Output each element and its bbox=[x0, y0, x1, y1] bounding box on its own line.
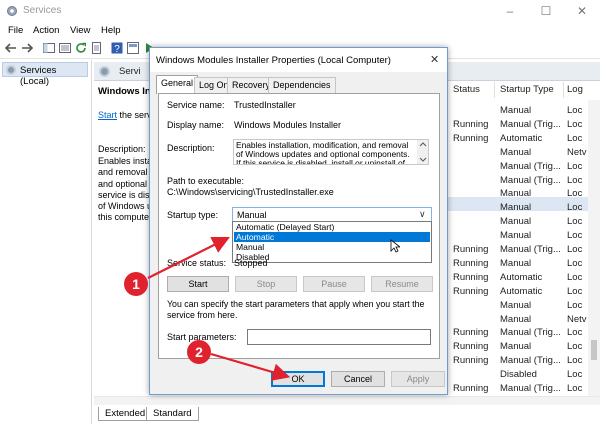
annotation-arrow-1 bbox=[147, 237, 230, 279]
annotation-arrows bbox=[147, 237, 291, 381]
annotation-arrow-2 bbox=[210, 352, 291, 381]
annotation-badge-2: 2 bbox=[187, 340, 211, 364]
annotation-badge-1: 1 bbox=[124, 272, 148, 296]
